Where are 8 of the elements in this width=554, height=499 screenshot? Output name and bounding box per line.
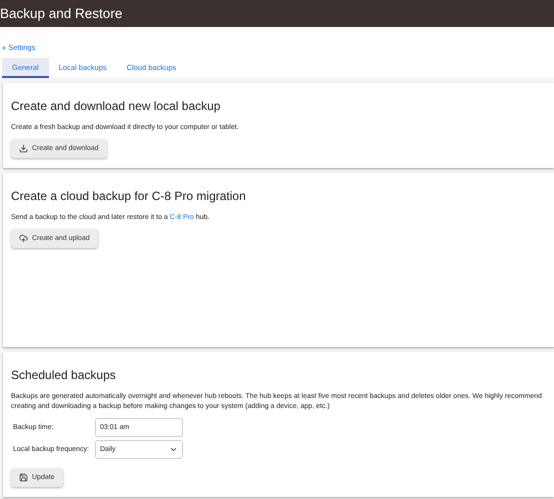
chevron-down-icon [169,445,178,454]
cloud-upload-icon [19,234,28,243]
save-icon [19,473,28,482]
download-icon [19,144,28,153]
page-title: Backup and Restore [0,6,122,21]
card-title: Scheduled backups [11,368,117,382]
card-title: Create and download new local backup [11,99,222,113]
card-title: Create a cloud backup for C-8 Pro migration [11,189,247,203]
